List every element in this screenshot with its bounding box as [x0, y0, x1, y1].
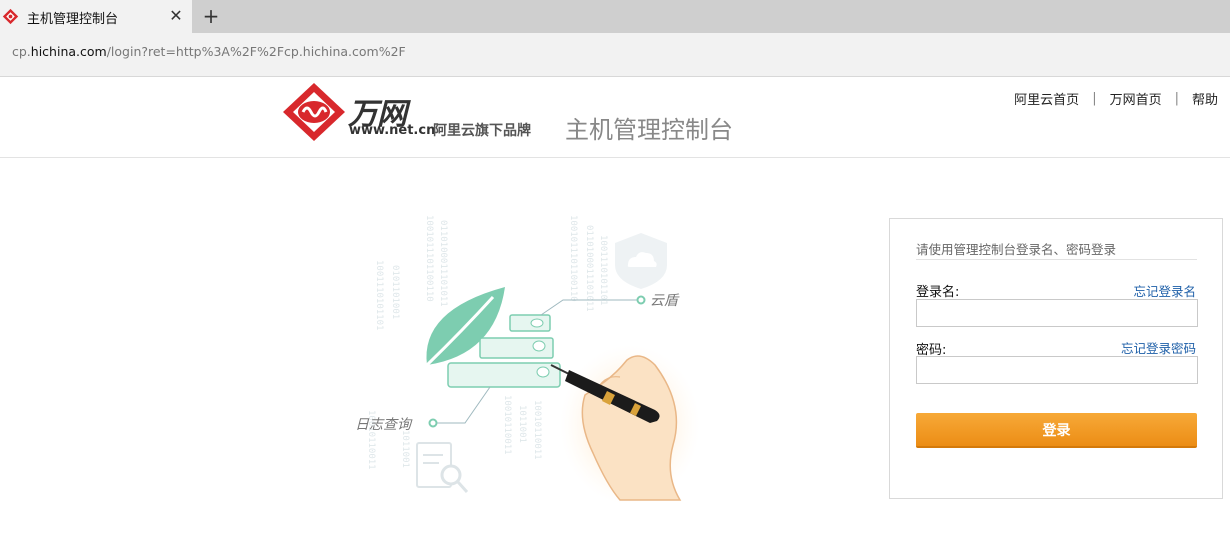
wanwang-logo-icon[interactable] [281, 82, 347, 142]
tab-title: 主机管理控制台 [27, 12, 119, 27]
site-favicon-icon [2, 8, 19, 25]
nav-link-wanwang-home[interactable]: 万网首页 [1110, 89, 1162, 108]
url-text[interactable]: cp.hichina.com/login?ret=http%3A%2F%2Fcp… [12, 44, 406, 59]
binary-column: 1011001 [517, 405, 527, 443]
url-prefix: cp. [12, 44, 31, 59]
login-panel: 请使用管理控制台登录名、密码登录 登录名: 忘记登录名 密码: 忘记登录密码 登… [889, 218, 1223, 499]
nav-link-aliyun-home[interactable]: 阿里云首页 [1014, 89, 1079, 108]
binary-column: 10010110011 [502, 395, 512, 455]
url-host: hichina.com [30, 44, 107, 59]
brand-slogan: 阿里云旗下品牌 [433, 123, 531, 139]
browser-tab[interactable]: 主机管理控制台 ✕ [0, 0, 192, 33]
close-icon[interactable]: ✕ [166, 6, 186, 26]
label-cloud-shield: 云盾 [650, 293, 680, 309]
plus-icon[interactable]: + [200, 4, 222, 28]
binary-column: 1011001 [400, 430, 410, 468]
username-label: 登录名: [916, 285, 960, 300]
browser-tab-strip: 主机管理控制台 ✕ + [0, 0, 1230, 33]
binary-column: 1001011101100110 [424, 215, 434, 302]
binary-column: 0101101001 [390, 265, 400, 319]
page-title: 主机管理控制台 [565, 116, 733, 144]
site-header: 万网 www.net.cn 阿里云旗下品牌 主机管理控制台 阿里云首页 | 万网… [0, 77, 1230, 158]
nav-separator: | [1092, 91, 1097, 106]
forgot-password-link[interactable]: 忘记登录密码 [1121, 338, 1196, 357]
divider [916, 259, 1197, 260]
label-log-query: 日志查询 [355, 417, 413, 433]
login-button[interactable]: 登录 [916, 413, 1197, 448]
brand-url: www.net.cn [349, 123, 436, 138]
binary-column: 1001110101101 [598, 235, 608, 305]
forgot-username-link[interactable]: 忘记登录名 [1133, 281, 1196, 300]
nav-link-help[interactable]: 帮助 [1192, 89, 1218, 108]
address-bar[interactable]: cp.hichina.com/login?ret=http%3A%2F%2Fcp… [0, 33, 1230, 77]
username-input[interactable] [916, 299, 1198, 327]
binary-column: 1001110101101 [374, 260, 384, 330]
binary-column: 0110100011101011 [438, 220, 448, 307]
login-hint: 请使用管理控制台登录名、密码登录 [916, 242, 1117, 257]
top-nav: 阿里云首页 | 万网首页 | 帮助 [1014, 89, 1218, 108]
nav-separator: | [1174, 91, 1179, 106]
binary-column: 1001011101100110 [568, 215, 578, 302]
binary-column: 0110100011101011 [584, 225, 594, 312]
hero-illustration: 1001110101101 0101101001 100101110110011… [355, 215, 700, 505]
password-input[interactable] [916, 356, 1198, 384]
url-path: /login?ret=http%3A%2F%2Fcp.hichina.com%2… [106, 44, 406, 59]
binary-column: 10010110011 [532, 400, 542, 460]
